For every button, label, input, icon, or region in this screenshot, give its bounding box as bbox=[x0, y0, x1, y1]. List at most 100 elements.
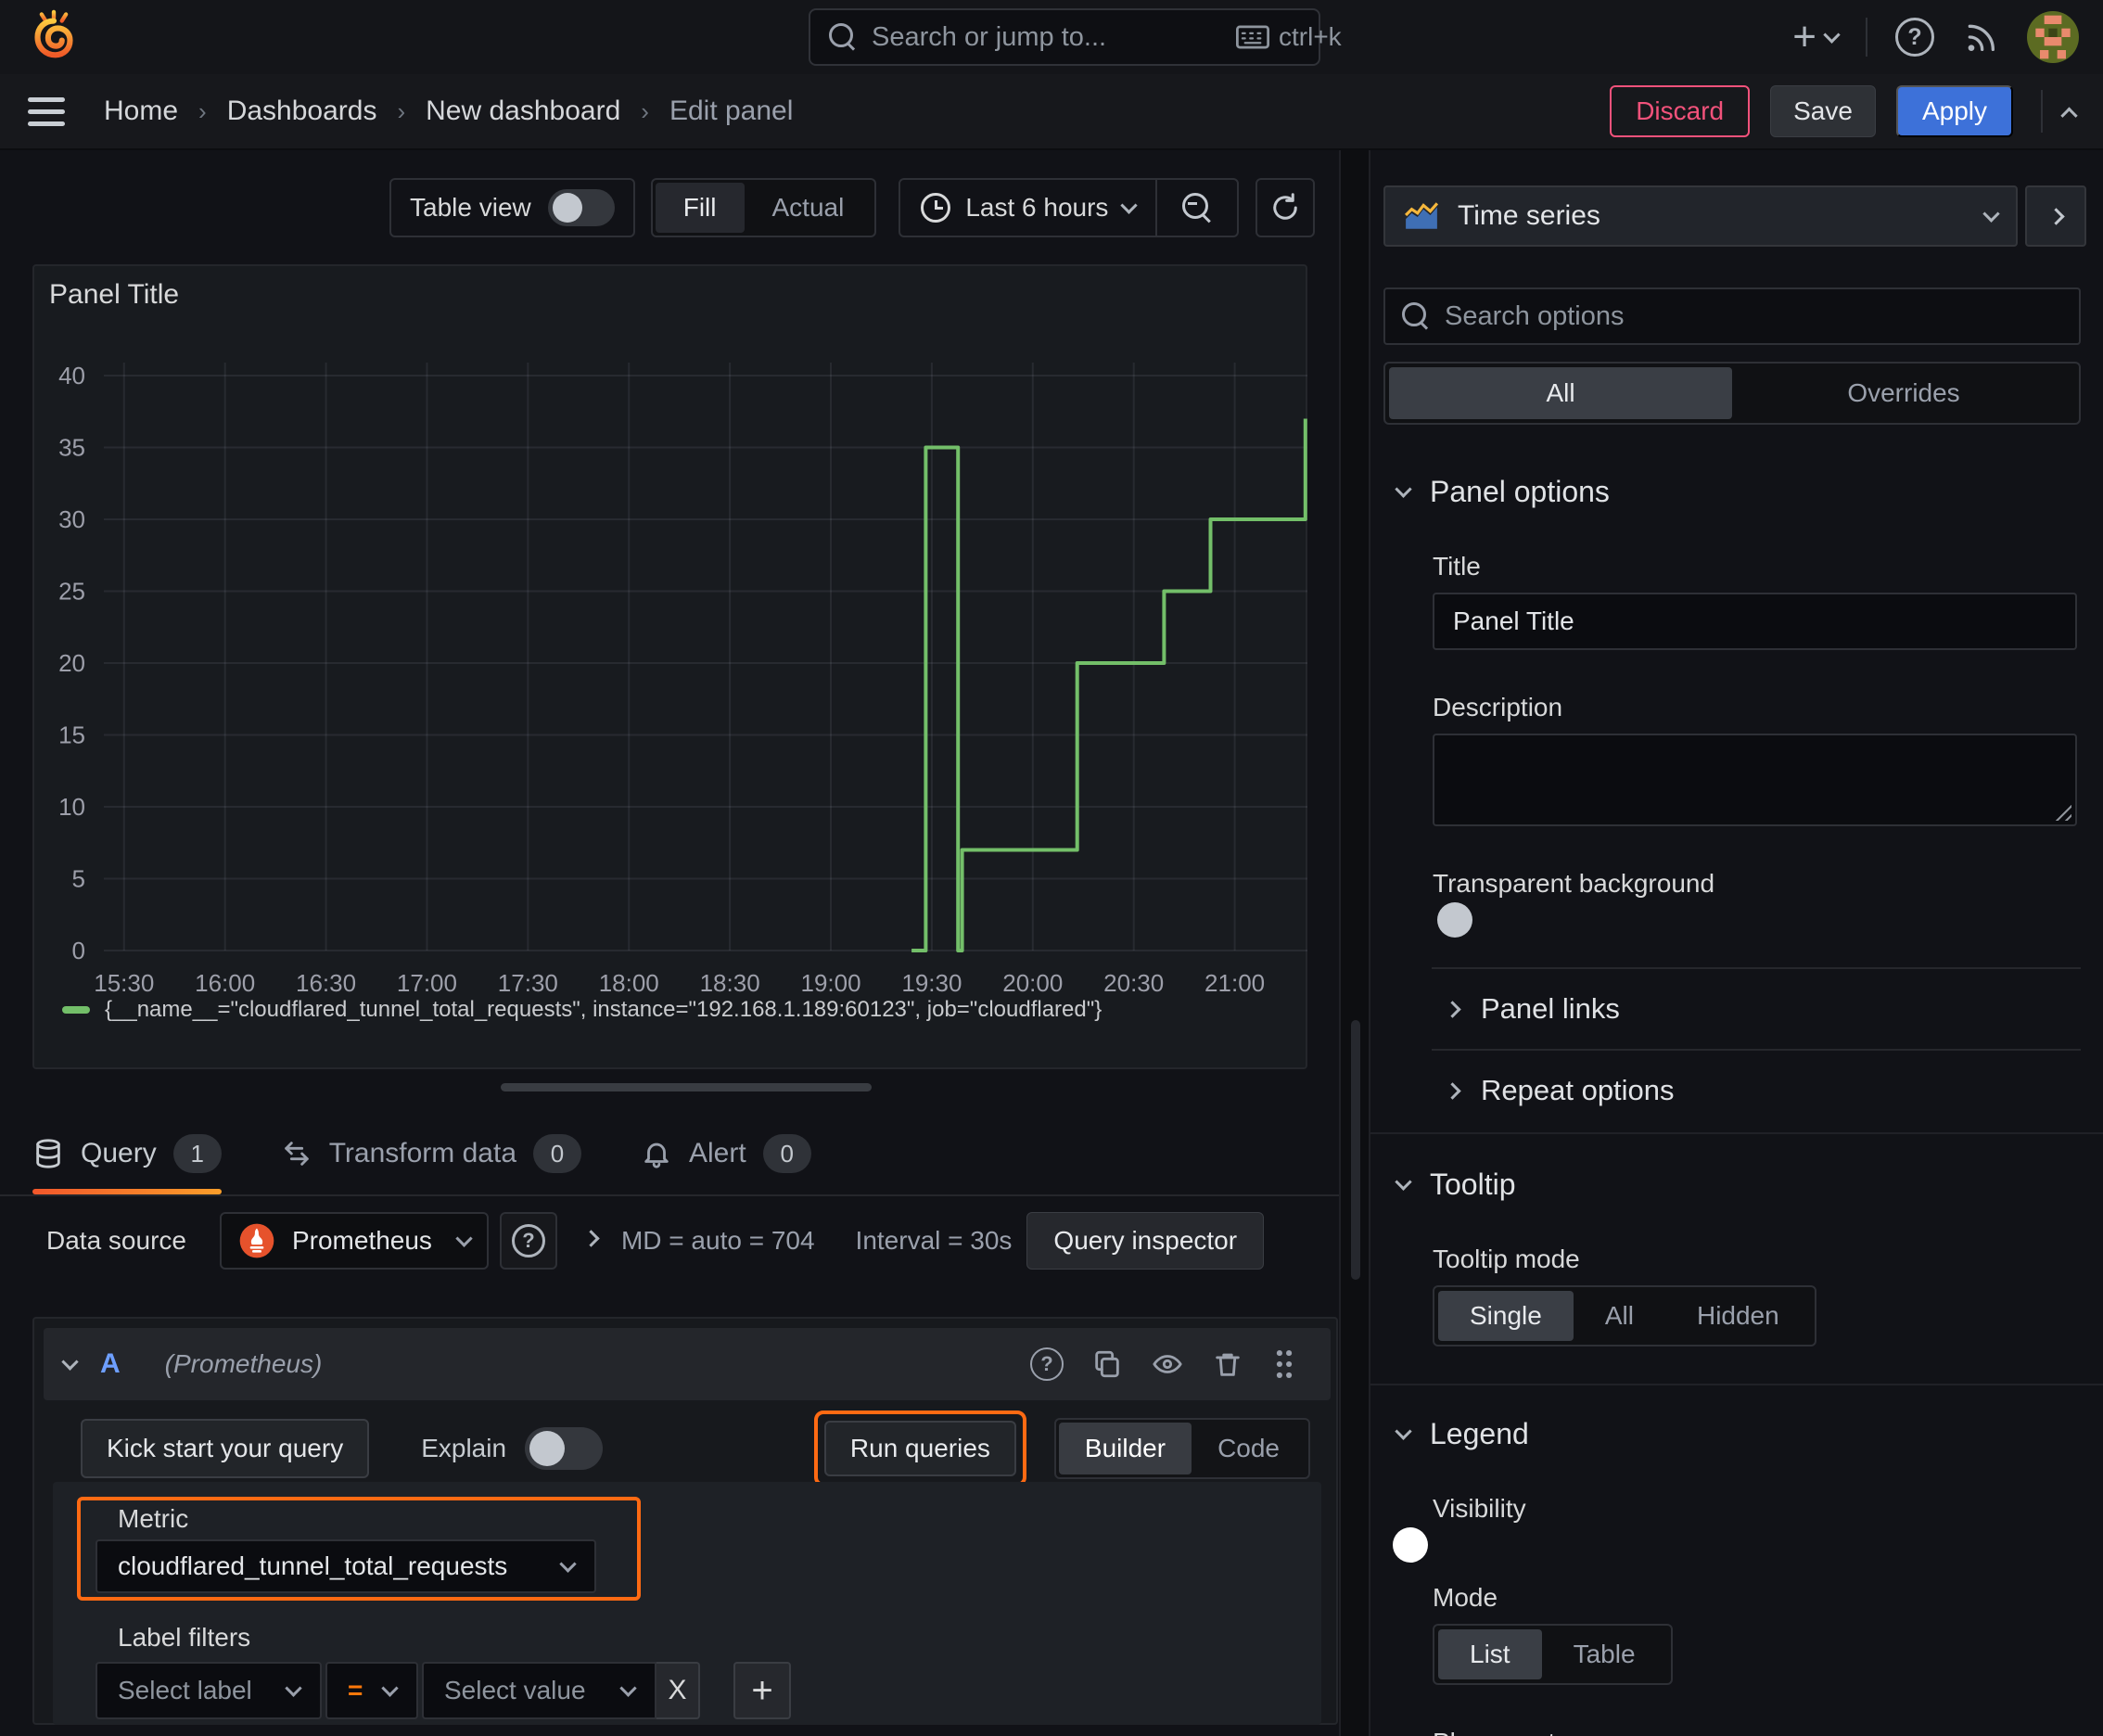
query-row-header[interactable]: A (Prometheus) ? bbox=[44, 1328, 1331, 1400]
tooltip-header[interactable]: Tooltip bbox=[1395, 1168, 2103, 1202]
panel-description-textarea[interactable] bbox=[1433, 734, 2077, 826]
tooltip-mode-label: Tooltip mode bbox=[1433, 1245, 1580, 1273]
apply-button[interactable]: Apply bbox=[1895, 85, 2013, 137]
operator-dropdown[interactable]: = bbox=[325, 1662, 418, 1719]
add-filter-button[interactable]: + bbox=[733, 1662, 791, 1719]
global-search[interactable]: ctrl+k bbox=[809, 8, 1342, 66]
visualization-name: Time series bbox=[1458, 200, 1600, 231]
tab-query-label: Query bbox=[81, 1138, 157, 1168]
breadcrumb-dashboards[interactable]: Dashboards bbox=[227, 96, 377, 127]
tab-overrides[interactable]: Overrides bbox=[1732, 367, 2075, 419]
pane-scrollbar[interactable] bbox=[1339, 150, 1370, 1736]
code-option[interactable]: Code bbox=[1192, 1423, 1306, 1474]
datasource-help-button[interactable]: ? bbox=[499, 1212, 557, 1270]
datasource-picker[interactable]: Prometheus bbox=[219, 1212, 489, 1270]
search-icon bbox=[1402, 302, 1430, 330]
tooltip-mode-single[interactable]: Single bbox=[1438, 1291, 1574, 1341]
resize-grip-icon[interactable] bbox=[2051, 800, 2071, 821]
drag-handle-icon[interactable] bbox=[1271, 1348, 1297, 1380]
options-search[interactable] bbox=[1383, 287, 2081, 345]
datasource-label: Data source bbox=[46, 1226, 186, 1255]
help-icon[interactable]: ? bbox=[1030, 1347, 1064, 1381]
legend-series-swatch bbox=[62, 1006, 90, 1014]
breadcrumb-row: Home › Dashboards › New dashboard › Edit… bbox=[0, 74, 2103, 150]
eye-icon[interactable] bbox=[1151, 1348, 1184, 1380]
user-avatar[interactable] bbox=[2027, 11, 2079, 63]
options-search-input[interactable] bbox=[1445, 300, 2062, 332]
select-label-placeholder: Select label bbox=[118, 1676, 252, 1704]
visualization-picker[interactable]: Time series bbox=[1383, 185, 2018, 247]
kick-start-button[interactable]: Kick start your query bbox=[81, 1419, 370, 1478]
legend-mode-table[interactable]: Table bbox=[1542, 1629, 1667, 1679]
description-label: Description bbox=[1433, 693, 1563, 721]
actual-option[interactable]: Actual bbox=[745, 183, 873, 233]
chevron-down-icon bbox=[559, 1554, 577, 1573]
tooltip-mode-all[interactable]: All bbox=[1574, 1291, 1665, 1341]
explain-toggle[interactable] bbox=[525, 1427, 604, 1470]
tooltip-mode-hidden[interactable]: Hidden bbox=[1665, 1291, 1811, 1341]
metric-select[interactable]: cloudflared_tunnel_total_requests bbox=[96, 1539, 596, 1593]
chevron-right-icon: › bbox=[397, 96, 406, 125]
repeat-options-label: Repeat options bbox=[1481, 1074, 1675, 1106]
tab-transform-label: Transform data bbox=[328, 1138, 516, 1168]
chevron-down-icon bbox=[1395, 1423, 1412, 1440]
chevron-right-icon: › bbox=[198, 96, 207, 125]
time-range-picker[interactable]: Last 6 hours bbox=[900, 193, 1155, 223]
search-input[interactable] bbox=[872, 21, 1221, 53]
breadcrumb-new-dashboard[interactable]: New dashboard bbox=[426, 96, 620, 127]
duplicate-icon[interactable] bbox=[1091, 1348, 1123, 1380]
menu-hamburger-icon[interactable] bbox=[28, 96, 65, 126]
panel-options-header[interactable]: Panel options bbox=[1395, 475, 2103, 509]
help-icon[interactable]: ? bbox=[1895, 18, 1934, 57]
label-filters-label: Label filters bbox=[118, 1623, 251, 1652]
query-row-actions: ? bbox=[1030, 1347, 1297, 1381]
tab-query[interactable]: Query 1 bbox=[32, 1113, 222, 1194]
select-label-dropdown[interactable]: Select label bbox=[96, 1662, 322, 1719]
expand-options-button[interactable] bbox=[582, 1230, 600, 1249]
panel-title-input[interactable] bbox=[1433, 593, 2077, 650]
panel-options-title: Panel options bbox=[1430, 475, 1610, 508]
time-series-chart[interactable]: 0 5 10 15 20 25 30 35 40 15:30 16:00 16:30 17:00 17:3… bbox=[34, 266, 1309, 1071]
svg-text:17:00: 17:00 bbox=[397, 969, 457, 997]
legend-header[interactable]: Legend bbox=[1395, 1417, 2103, 1451]
tab-transform-data[interactable]: Transform data 0 bbox=[281, 1113, 581, 1194]
metric-value: cloudflared_tunnel_total_requests bbox=[118, 1551, 508, 1580]
refresh-button[interactable] bbox=[1255, 178, 1316, 237]
repeat-options-section[interactable]: Repeat options bbox=[1444, 1051, 2103, 1130]
news-rss-icon[interactable] bbox=[1962, 19, 1999, 56]
resize-handle[interactable] bbox=[501, 1083, 872, 1091]
scrollbar-thumb[interactable] bbox=[1351, 1020, 1360, 1280]
discard-button[interactable]: Discard bbox=[1610, 85, 1751, 137]
grafana-logo-icon[interactable] bbox=[28, 9, 80, 70]
legend-mode-list[interactable]: List bbox=[1438, 1629, 1542, 1679]
legend-series-label[interactable]: {__name__="cloudflared_tunnel_total_requ… bbox=[105, 997, 1102, 1023]
viz-suggestions-button[interactable] bbox=[2025, 185, 2086, 247]
table-view-toggle[interactable] bbox=[547, 189, 615, 226]
tab-alert[interactable]: Alert 0 bbox=[641, 1113, 811, 1194]
query-options-summary[interactable]: MD = auto = 704 bbox=[621, 1226, 815, 1256]
panel-preview[interactable]: 0 5 10 15 20 25 30 35 40 15:30 16:00 16:30 17:00 17:3… bbox=[32, 264, 1307, 1069]
bell-icon bbox=[644, 1142, 669, 1168]
new-menu-button[interactable]: + bbox=[1792, 17, 1841, 57]
panel-links-section[interactable]: Panel links bbox=[1444, 969, 2103, 1049]
chart-legend[interactable]: {__name__="cloudflared_tunnel_total_requ… bbox=[62, 997, 1102, 1023]
save-button[interactable]: Save bbox=[1770, 85, 1876, 137]
chevron-right-icon bbox=[1444, 1081, 1461, 1100]
grafana-edit-panel-page: ctrl+k + ? bbox=[0, 0, 2103, 1736]
select-value-dropdown[interactable]: Select value bbox=[422, 1662, 656, 1719]
svg-text:17:30: 17:30 bbox=[498, 969, 558, 997]
remove-filter-button[interactable]: X bbox=[656, 1662, 700, 1719]
collapse-header-button[interactable] bbox=[2041, 90, 2078, 133]
query-inspector-button[interactable]: Query inspector bbox=[1026, 1212, 1265, 1270]
zoom-out-button[interactable] bbox=[1155, 180, 1237, 236]
trash-icon[interactable] bbox=[1212, 1348, 1243, 1380]
breadcrumb-home[interactable]: Home bbox=[104, 96, 178, 127]
metric-label: Metric bbox=[118, 1504, 189, 1533]
collapse-query-icon[interactable] bbox=[61, 1352, 79, 1371]
svg-text:15: 15 bbox=[58, 721, 85, 749]
run-queries-button[interactable]: Run queries bbox=[823, 1421, 1016, 1476]
query-interval[interactable]: Interval = 30s bbox=[856, 1226, 1013, 1256]
tab-all[interactable]: All bbox=[1389, 367, 1732, 419]
builder-option[interactable]: Builder bbox=[1058, 1423, 1192, 1474]
fill-option[interactable]: Fill bbox=[655, 183, 745, 233]
